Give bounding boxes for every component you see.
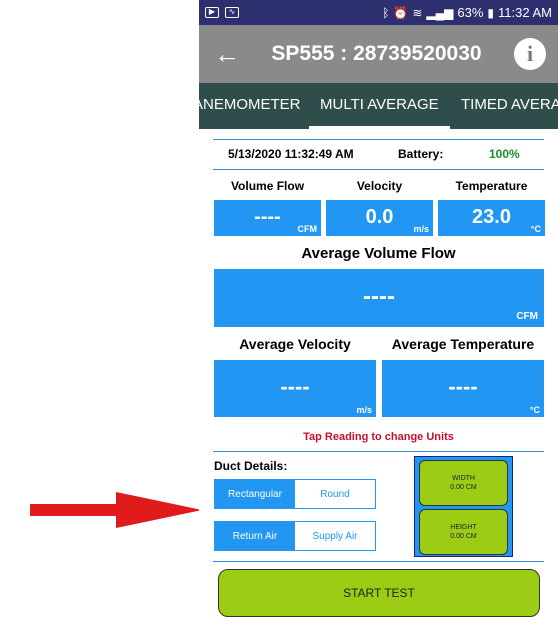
main-content: 5/13/2020 11:32:49 AM Battery: 100% Volu… (199, 129, 558, 640)
phone-screen: ▶ ∿ ᛒ ⏰ ≋ ▂▄▆ 63% ▮ 11:32 AM ← SP555 : 2… (199, 0, 558, 640)
duct-dimensions-panel: WIDTH 0.00 CM HEIGHT 0.00 CM (414, 456, 513, 557)
bluetooth-icon: ᛒ (382, 5, 390, 20)
info-icon: i (514, 38, 546, 70)
temperature-value: 23.0 (472, 206, 511, 228)
height-value: 0.00 CM (450, 533, 477, 540)
back-button[interactable]: ← (199, 25, 255, 83)
avg-volume-flow-value: ---- (363, 283, 395, 310)
battery-value: 100% (489, 147, 520, 161)
tap-reading-note: Tap Reading to change Units (303, 431, 454, 443)
tab-multi-average[interactable]: MULTI AVERAGE (309, 83, 450, 129)
pulse-icon: ∿ (225, 7, 239, 18)
start-test-button[interactable]: START TEST (218, 569, 540, 617)
avg-temperature-unit: °C (529, 405, 540, 415)
signal-icon: ▂▄▆ (426, 5, 454, 20)
volume-flow-unit: CFM (297, 224, 318, 234)
red-arrow-annotation (30, 492, 202, 528)
duct-shape-toggle: Rectangular Round (214, 479, 376, 509)
datetime: 5/13/2020 11:32:49 AM (228, 147, 354, 161)
divider (213, 169, 544, 170)
divider (213, 561, 544, 562)
alarm-icon: ⏰ (393, 5, 409, 20)
width-value: 0.00 CM (450, 484, 477, 491)
height-button[interactable]: HEIGHT 0.00 CM (419, 509, 508, 555)
app-bar: ← SP555 : 28739520030 i (199, 25, 558, 83)
velocity-reading[interactable]: 0.0 m/s (326, 200, 433, 236)
avg-velocity-label: Average Velocity (239, 336, 351, 352)
tab-timed-average[interactable]: TIMED AVERAGE (461, 83, 558, 129)
return-air-option[interactable]: Return Air (215, 522, 295, 550)
battery-icon: ▮ (487, 5, 495, 20)
temperature-unit: °C (530, 224, 541, 234)
volume-flow-label: Volume Flow (230, 179, 305, 193)
page-title: SP555 : 28739520030 (271, 42, 482, 65)
avg-temperature-label: Average Temperature (391, 336, 535, 352)
youtube-icon: ▶ (205, 7, 219, 18)
avg-velocity-unit: m/s (356, 405, 372, 415)
round-option[interactable]: Round (295, 480, 375, 508)
tab-bar: ANEMOMETER MULTI AVERAGE TIMED AVERAGE (199, 83, 558, 129)
velocity-label: Velocity (356, 179, 403, 193)
battery-percent: 63% (457, 5, 484, 20)
air-type-toggle: Return Air Supply Air (214, 521, 376, 551)
wifi-icon: ≋ (412, 5, 423, 20)
width-label: WIDTH (452, 475, 475, 482)
arrow-left-icon: ← (214, 38, 240, 69)
volume-flow-reading[interactable]: ---- CFM (214, 200, 321, 236)
avg-temperature-value: ---- (448, 374, 478, 399)
avg-volume-flow-reading[interactable]: ---- CFM (214, 269, 544, 327)
info-button[interactable]: i (502, 25, 558, 83)
avg-velocity-value: ---- (280, 374, 310, 399)
status-time: 11:32 AM (498, 5, 552, 20)
avg-volume-flow-unit: CFM (516, 311, 538, 322)
avg-temperature-reading[interactable]: ---- °C (382, 360, 544, 417)
avg-velocity-reading[interactable]: ---- m/s (214, 360, 376, 417)
velocity-unit: m/s (413, 224, 429, 234)
tab-anemometer[interactable]: ANEMOMETER (199, 83, 301, 129)
duct-details-label: Duct Details: (214, 459, 288, 473)
status-bar: ▶ ∿ ᛒ ⏰ ≋ ▂▄▆ 63% ▮ 11:32 AM (199, 0, 558, 25)
supply-air-option[interactable]: Supply Air (295, 522, 375, 550)
divider (213, 451, 544, 452)
width-button[interactable]: WIDTH 0.00 CM (419, 460, 508, 506)
height-label: HEIGHT (450, 524, 477, 531)
temperature-reading[interactable]: 23.0 °C (438, 200, 545, 236)
temperature-label: Temperature (455, 179, 528, 193)
divider (213, 139, 544, 140)
battery-label: Battery: (398, 147, 444, 161)
screenshot-page: ▶ ∿ ᛒ ⏰ ≋ ▂▄▆ 63% ▮ 11:32 AM ← SP555 : 2… (0, 0, 558, 640)
rectangular-option[interactable]: Rectangular (215, 480, 295, 508)
avg-volume-flow-label: Average Volume Flow (301, 245, 456, 262)
